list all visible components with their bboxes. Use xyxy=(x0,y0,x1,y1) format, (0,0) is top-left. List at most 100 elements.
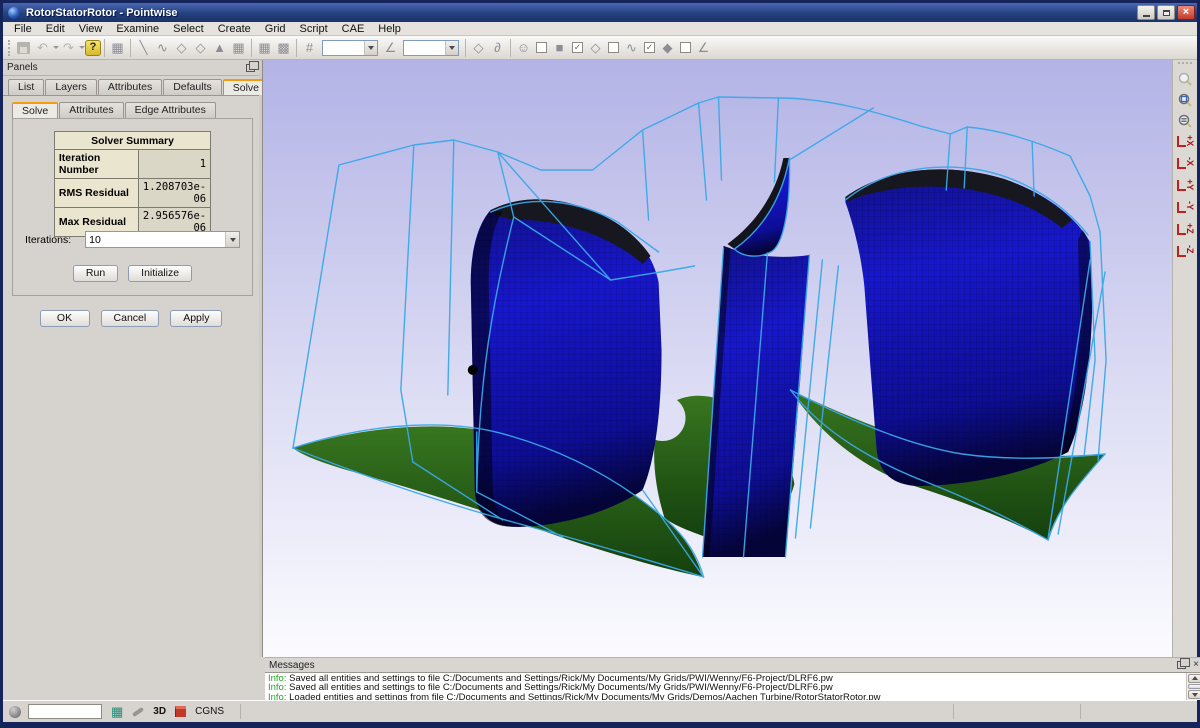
tab-defaults[interactable]: Defaults xyxy=(163,79,222,95)
iterations-label: Iterations: xyxy=(25,234,71,246)
scroll-up-button[interactable] xyxy=(1188,674,1200,683)
view-plus-y-button[interactable]: +Y xyxy=(1174,176,1196,198)
menu-create[interactable]: Create xyxy=(211,22,258,36)
app-window: RotorStatorRotor - Pointwise × File Edit… xyxy=(0,0,1200,728)
view-minus-z-button[interactable]: -Z xyxy=(1174,242,1196,264)
view-label: -Y xyxy=(1185,201,1195,213)
minimize-button[interactable] xyxy=(1137,5,1155,20)
initialize-button[interactable]: Initialize xyxy=(128,265,192,282)
cae-solver-icon xyxy=(175,706,186,717)
structured-grid-button[interactable]: ▦ xyxy=(255,38,274,57)
menu-view[interactable]: View xyxy=(72,22,110,36)
cancel-button[interactable]: Cancel xyxy=(101,310,160,327)
derivative-button[interactable]: ∂ xyxy=(488,38,507,57)
run-button[interactable]: Run xyxy=(73,265,118,282)
panel-tabs: List Layers Attributes Defaults Solve xyxy=(3,76,259,95)
grid-mode-icon: ▦ xyxy=(111,705,123,718)
selected-point-marker[interactable] xyxy=(468,365,478,375)
show-domains-button[interactable]: ◇ xyxy=(586,38,605,57)
zoom-extents-button[interactable] xyxy=(1174,111,1196,132)
zoom-in-icon xyxy=(1177,71,1194,88)
combo-arrow[interactable] xyxy=(225,232,239,247)
status-field[interactable] xyxy=(28,704,102,719)
menu-cae[interactable]: CAE xyxy=(335,22,372,36)
redo-button[interactable]: ↷ xyxy=(59,38,78,57)
show-connectors-button[interactable]: ∿ xyxy=(622,38,641,57)
menu-grid[interactable]: Grid xyxy=(258,22,293,36)
ok-button[interactable]: OK xyxy=(40,310,90,327)
show-database-button[interactable]: ☺ xyxy=(514,38,533,57)
menu-examine[interactable]: Examine xyxy=(109,22,166,36)
combo-arrow[interactable] xyxy=(364,41,377,55)
show-spacings-button[interactable]: ◆ xyxy=(658,38,677,57)
toolbar-separator xyxy=(251,39,252,57)
status-led-icon xyxy=(9,706,21,718)
scroll-down-button[interactable] xyxy=(1188,690,1200,699)
subtab-solve[interactable]: Solve xyxy=(12,102,58,118)
show-blocks-button[interactable]: ■ xyxy=(550,38,569,57)
float-panel-icon[interactable] xyxy=(246,64,255,72)
view-plus-x-button[interactable]: +X xyxy=(1174,132,1196,154)
help-button[interactable]: ? xyxy=(85,40,101,56)
undo-button[interactable]: ↶ xyxy=(33,38,52,57)
iterations-combo[interactable]: 10 xyxy=(85,231,240,248)
angle-combo[interactable] xyxy=(403,40,459,56)
scroll-thumb[interactable] xyxy=(1188,684,1200,690)
tab-list[interactable]: List xyxy=(8,79,44,95)
view-label: -X xyxy=(1185,157,1195,169)
solve-button[interactable]: ◇ xyxy=(469,38,488,57)
scroll-up-icon xyxy=(1192,676,1198,680)
message-log: Info: Saved all entities and settings to… xyxy=(265,673,1186,700)
menu-help[interactable]: Help xyxy=(371,22,408,36)
view-label: +X xyxy=(1185,135,1195,147)
view-minus-x-button[interactable]: -X xyxy=(1174,154,1196,176)
zoom-in-button[interactable] xyxy=(1174,69,1196,90)
status-separator xyxy=(953,704,954,719)
spacings-visibility-checkbox[interactable] xyxy=(680,42,691,53)
combo-arrow[interactable] xyxy=(445,41,458,55)
tab-attributes[interactable]: Attributes xyxy=(98,79,162,95)
viewport-3d[interactable] xyxy=(262,60,1172,657)
close-button[interactable]: × xyxy=(1177,5,1195,20)
menu-script[interactable]: Script xyxy=(293,22,335,36)
database-visibility-checkbox[interactable] xyxy=(536,42,547,53)
create-domain-button[interactable]: ◇ xyxy=(172,38,191,57)
view-minus-y-button[interactable]: -Y xyxy=(1174,198,1196,220)
blocks-visibility-checkbox[interactable]: ✓ xyxy=(572,42,583,53)
create-spline-button[interactable]: ∿ xyxy=(153,38,172,57)
menu-file[interactable]: File xyxy=(7,22,39,36)
show-angles-button[interactable]: ∠ xyxy=(694,38,713,57)
messages-titlebar: Messages × xyxy=(265,658,1200,672)
rotor-stator-scene xyxy=(263,60,1172,657)
messages-scrollbar[interactable] xyxy=(1186,673,1200,700)
grid-dimension-value xyxy=(323,41,364,55)
view-toolbar-grip[interactable] xyxy=(1178,62,1192,66)
create-curve-button[interactable]: ╲ xyxy=(134,38,153,57)
create-surface-button[interactable]: ◇ xyxy=(191,38,210,57)
create-fan-button[interactable]: ▲ xyxy=(210,38,229,57)
rms-residual-label: RMS Residual xyxy=(54,179,138,208)
zoom-box-button[interactable] xyxy=(1174,90,1196,111)
toolbar-grip[interactable] xyxy=(8,40,11,56)
minimize-icon xyxy=(1143,15,1150,17)
grid-dimension-combo[interactable] xyxy=(322,40,378,56)
chevron-down-icon xyxy=(230,238,236,242)
create-block-button[interactable]: ▦ xyxy=(229,38,248,57)
view-plus-z-button[interactable]: +Z xyxy=(1174,220,1196,242)
restore-button[interactable] xyxy=(1157,5,1175,20)
toolbar-separator xyxy=(130,39,131,57)
subtab-attributes[interactable]: Attributes xyxy=(59,102,123,118)
tab-layers[interactable]: Layers xyxy=(45,79,97,95)
layers-button[interactable]: ▦ xyxy=(108,38,127,57)
apply-button[interactable]: Apply xyxy=(170,310,222,327)
float-messages-icon[interactable] xyxy=(1177,661,1186,669)
close-messages-icon[interactable]: × xyxy=(1193,660,1199,670)
subtab-edge-attributes[interactable]: Edge Attributes xyxy=(125,102,216,118)
connectors-visibility-checkbox[interactable]: ✓ xyxy=(644,42,655,53)
iteration-number-value: 1 xyxy=(138,150,210,179)
menu-edit[interactable]: Edit xyxy=(39,22,72,36)
unstructured-grid-button[interactable]: ▩ xyxy=(274,38,293,57)
save-button[interactable] xyxy=(14,38,33,57)
menu-select[interactable]: Select xyxy=(166,22,211,36)
domains-visibility-checkbox[interactable] xyxy=(608,42,619,53)
